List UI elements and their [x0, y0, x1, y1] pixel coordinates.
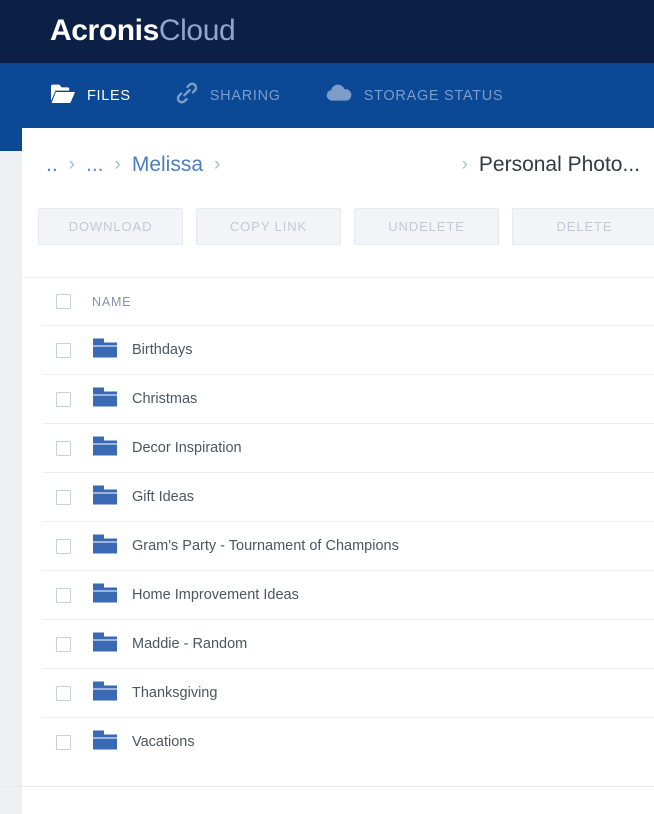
chevron-right-icon: ›	[214, 154, 221, 175]
row-checkbox[interactable]	[56, 636, 71, 652]
table-row[interactable]: Birthdays	[42, 325, 654, 374]
table-header-row: NAME	[22, 277, 654, 325]
row-name: Decor Inspiration	[132, 440, 242, 456]
nav-label-sharing: SHARING	[209, 87, 281, 104]
nav-items: FILES SHARING STORAGE STATUS	[50, 63, 547, 128]
download-button[interactable]: DOWNLOAD	[38, 208, 183, 245]
table-row[interactable]: Decor Inspiration	[42, 423, 654, 472]
left-gutter	[0, 151, 22, 814]
folder-icon	[91, 385, 119, 414]
breadcrumb-item-ellipsis[interactable]: ...	[86, 153, 104, 177]
row-checkbox[interactable]	[56, 587, 71, 603]
row-name: Home Improvement Ideas	[132, 587, 299, 603]
breadcrumb-item-current: Personal Photo...	[478, 153, 640, 176]
action-toolbar: DOWNLOAD COPY LINK UNDELETE DELETE	[38, 208, 654, 245]
link-chain-icon	[175, 82, 199, 109]
logo-text-cloud: Cloud	[158, 14, 236, 47]
undelete-button[interactable]: UNDELETE	[354, 208, 499, 245]
nav-item-files[interactable]: FILES	[50, 83, 131, 109]
content-panel-footer	[22, 787, 654, 814]
select-all-checkbox[interactable]	[56, 294, 71, 309]
row-name: Birthdays	[132, 342, 193, 358]
breadcrumb-item-melissa[interactable]: Melissa	[132, 153, 203, 177]
row-checkbox[interactable]	[56, 685, 71, 701]
table-row[interactable]: Vacations	[42, 717, 654, 766]
folder-icon	[91, 336, 119, 365]
folder-icon	[91, 434, 119, 463]
row-checkbox[interactable]	[56, 538, 71, 554]
app-root: AcronisCloud FILES SHARING STORAGE STATU…	[0, 0, 654, 814]
breadcrumb: .. › ... › Melissa › › Personal Photo...	[22, 128, 654, 202]
table-row[interactable]: Gift Ideas	[42, 472, 654, 521]
row-checkbox[interactable]	[56, 342, 71, 358]
main-nav-bar: FILES SHARING STORAGE STATUS	[0, 63, 654, 128]
nav-item-storage-status[interactable]: STORAGE STATUS	[325, 83, 504, 108]
folder-icon	[91, 581, 119, 610]
table-row[interactable]: Christmas	[42, 374, 654, 423]
copy-link-button[interactable]: COPY LINK	[196, 208, 341, 245]
delete-button[interactable]: DELETE	[512, 208, 654, 245]
content-panel: .. › ... › Melissa › › Personal Photo...…	[22, 128, 654, 786]
cloud-icon	[325, 83, 353, 108]
acronis-cloud-logo[interactable]: AcronisCloud	[50, 11, 236, 51]
chevron-right-icon: ›	[68, 154, 75, 175]
chevron-right-icon: ›	[114, 154, 121, 175]
table-row[interactable]: Thanksgiving	[42, 668, 654, 717]
folder-icon	[91, 630, 119, 659]
row-name: Thanksgiving	[132, 685, 218, 701]
row-checkbox[interactable]	[56, 734, 71, 750]
column-header-name[interactable]: NAME	[92, 295, 131, 309]
row-name: Vacations	[132, 734, 195, 750]
logo-text-acronis: Acronis	[50, 14, 159, 47]
table-row[interactable]: Home Improvement Ideas	[42, 570, 654, 619]
row-checkbox[interactable]	[56, 489, 71, 505]
table-row[interactable]: Maddie - Random	[42, 619, 654, 668]
nav-item-sharing[interactable]: SHARING	[175, 82, 281, 109]
row-name: Christmas	[132, 391, 198, 407]
table-row[interactable]: Gram's Party - Tournament of Champions	[42, 521, 654, 570]
nav-label-files: FILES	[87, 87, 131, 104]
brand-bar: AcronisCloud	[0, 0, 654, 63]
chevron-right-icon: ›	[461, 154, 468, 175]
nav-label-storage-status: STORAGE STATUS	[363, 87, 504, 104]
folder-icon	[91, 728, 119, 757]
row-name: Gram's Party - Tournament of Champions	[132, 538, 399, 554]
folder-open-icon	[50, 83, 76, 109]
folder-icon	[91, 483, 119, 512]
row-checkbox[interactable]	[56, 440, 71, 456]
row-checkbox[interactable]	[56, 391, 71, 407]
breadcrumb-item-root[interactable]: ..	[46, 153, 58, 177]
nav-left-accent	[0, 128, 22, 151]
folder-icon	[91, 679, 119, 708]
file-table: NAME Birthdays Christmas Decor Inspirati…	[22, 277, 654, 766]
row-name: Gift Ideas	[132, 489, 195, 505]
row-name: Maddie - Random	[132, 636, 248, 652]
folder-icon	[91, 532, 119, 561]
